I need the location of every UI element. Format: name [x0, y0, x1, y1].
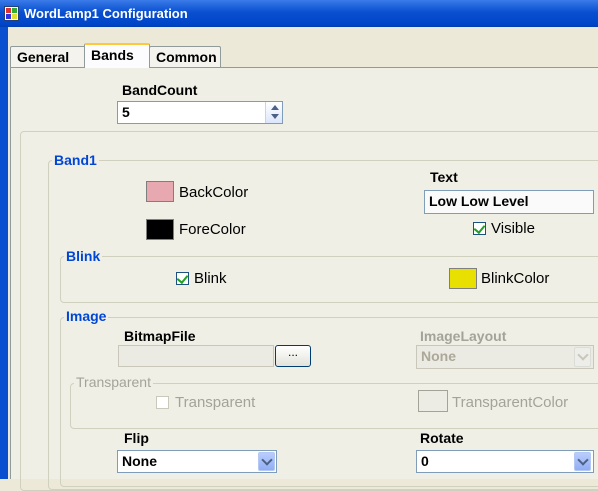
band1-legend: Band1 [52, 152, 99, 168]
bandcount-label: BandCount [122, 82, 198, 98]
blinkcolor-label: BlinkColor [481, 270, 550, 287]
backcolor-label: BackColor [179, 184, 249, 201]
transparent-label: Transparent [175, 394, 256, 411]
bandcount-value: 5 [122, 104, 130, 120]
imagelayout-chevron-down-icon[interactable] [574, 347, 591, 367]
transparentcolor-label: TransparentColor [452, 394, 569, 411]
rotate-chevron-down-icon[interactable] [574, 452, 591, 471]
window-frame-left [0, 27, 8, 479]
tab-bands[interactable]: Bands [84, 43, 150, 68]
transparent-checkbox[interactable] [156, 396, 169, 409]
transparent-legend: Transparent [74, 374, 153, 390]
bandcount-spin-buttons[interactable] [265, 102, 282, 123]
bitmapfile-field[interactable] [118, 345, 274, 367]
visible-label: Visible [491, 220, 535, 237]
browse-button[interactable]: ... [275, 345, 311, 367]
visible-checkbox[interactable] [473, 221, 486, 235]
blink-legend: Blink [64, 248, 103, 264]
window-title: WordLamp1 Configuration [24, 6, 188, 21]
tab-general[interactable]: General [10, 46, 86, 67]
blink-checkbox[interactable] [176, 271, 189, 285]
blink-checkbox-label: Blink [194, 270, 227, 287]
flip-label: Flip [124, 430, 149, 446]
bitmapfile-label: BitmapFile [124, 328, 196, 344]
imagelayout-label: ImageLayout [420, 328, 507, 344]
blinkcolor-swatch[interactable] [449, 268, 477, 289]
rotate-dropdown[interactable]: 0 [416, 450, 594, 473]
tab-common[interactable]: Common [149, 46, 221, 67]
rotate-label: Rotate [420, 430, 464, 446]
transparentcolor-swatch[interactable] [418, 390, 448, 412]
imagelayout-dropdown[interactable]: None [416, 345, 594, 369]
image-legend: Image [64, 308, 109, 324]
backcolor-swatch[interactable] [146, 181, 174, 202]
app-window-icon [4, 6, 19, 21]
bandcount-spinner[interactable]: 5 [117, 101, 283, 124]
title-bar[interactable]: WordLamp1 Configuration [0, 0, 598, 27]
forecolor-swatch[interactable] [146, 219, 174, 240]
spin-up-icon[interactable] [271, 105, 279, 110]
text-field[interactable]: Low Low Level [424, 190, 594, 214]
forecolor-label: ForeColor [179, 221, 246, 238]
text-label: Text [430, 169, 458, 185]
flip-chevron-down-icon[interactable] [258, 452, 275, 471]
spin-down-icon[interactable] [271, 114, 279, 119]
flip-dropdown[interactable]: None [117, 450, 277, 473]
